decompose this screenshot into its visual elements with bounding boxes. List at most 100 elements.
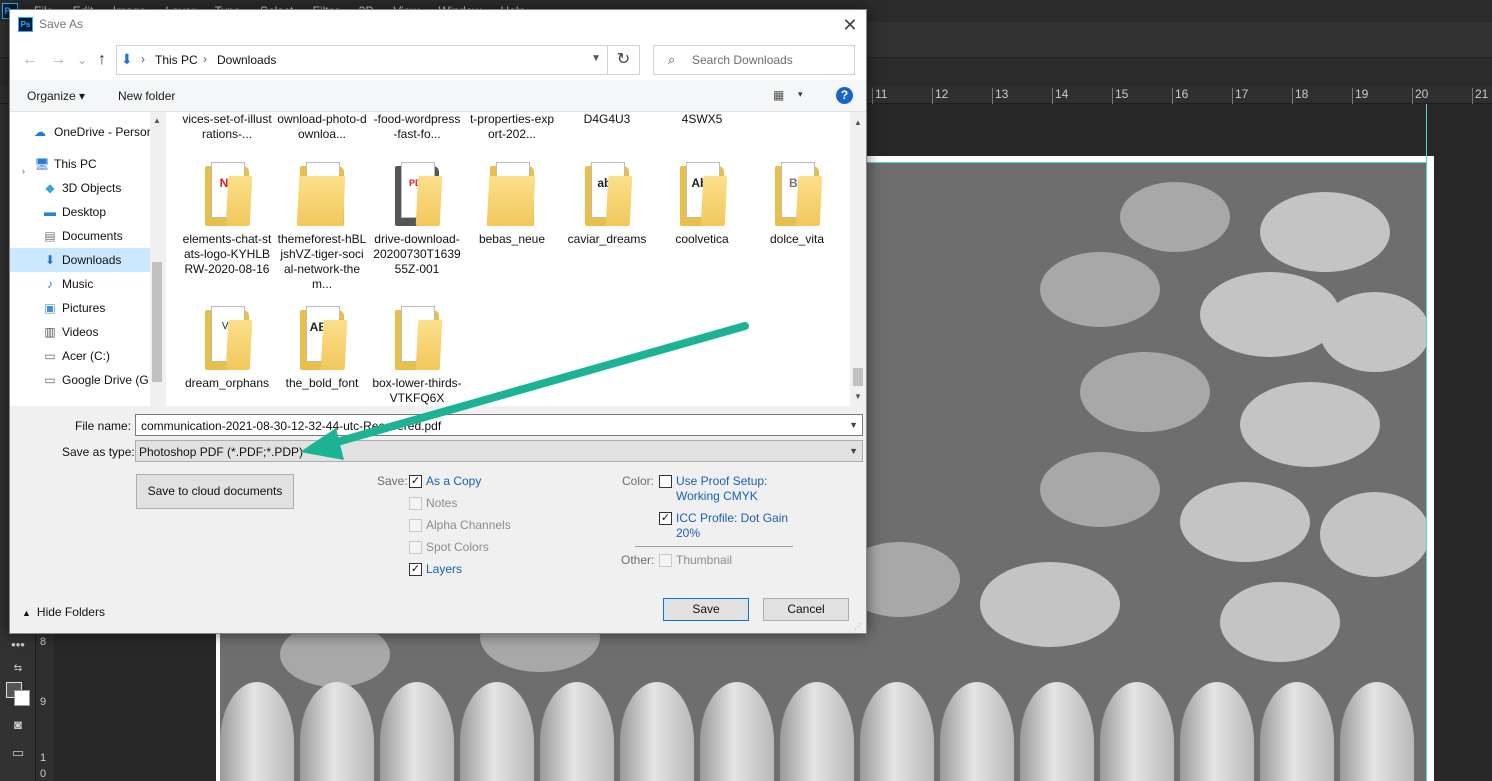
view-dropdown-icon[interactable]: ▾ bbox=[798, 89, 803, 100]
folder-item[interactable]: NE elements-chat-stats-logo-KYHLBRW-2020… bbox=[182, 162, 272, 277]
navigation-scrollbar[interactable]: ▲ bbox=[150, 112, 164, 406]
sidebar-item-label: Downloads bbox=[62, 253, 122, 267]
breadcrumb-downloads[interactable]: Downloads bbox=[217, 53, 276, 67]
folder-item[interactable]: 4SWX5 bbox=[657, 112, 747, 127]
folder-item[interactable]: -food-wordpress-fast-fo... bbox=[372, 112, 462, 142]
refresh-icon[interactable]: ↻ bbox=[608, 45, 640, 75]
recent-locations-chevron-icon[interactable]: ⌄ bbox=[72, 50, 92, 70]
save-as-type-dropdown-chevron-icon[interactable]: ▼ bbox=[849, 446, 858, 456]
checkbox-box[interactable] bbox=[409, 519, 422, 532]
folder-item[interactable]: box-lower-thirds-VTKFQ6X bbox=[372, 306, 462, 406]
use-proof-setup-checkbox[interactable]: Use Proof Setup: Working CMYK bbox=[659, 473, 789, 503]
back-arrow-icon[interactable]: ← bbox=[20, 50, 40, 70]
folder-item[interactable]: vices-set-of-illustrations-... bbox=[182, 112, 272, 142]
checkbox-box[interactable] bbox=[409, 497, 422, 510]
wooden-figures bbox=[220, 682, 1426, 781]
scroll-up-arrow-icon[interactable]: ▲ bbox=[854, 118, 862, 127]
checkbox-box[interactable]: ✓ bbox=[659, 512, 672, 525]
drive-icon: ▭ bbox=[44, 373, 56, 387]
quick-mask-icon[interactable]: ◙ bbox=[7, 716, 29, 734]
search-input[interactable] bbox=[692, 52, 850, 68]
breadcrumb-this-pc[interactable]: This PC bbox=[155, 53, 198, 67]
sidebar-item-music[interactable]: ♪ Music bbox=[10, 272, 150, 296]
organize-button[interactable]: Organize ▾ bbox=[27, 89, 85, 103]
figure-head bbox=[620, 682, 694, 781]
scroll-up-arrow-icon[interactable]: ▲ bbox=[153, 116, 161, 125]
address-dropdown-chevron-icon[interactable]: ▼ bbox=[591, 53, 601, 64]
file-name-dropdown-chevron-icon[interactable]: ▼ bbox=[849, 420, 858, 430]
checkbox-box[interactable]: ✓ bbox=[409, 563, 422, 576]
save-as-type-select[interactable]: Photoshop PDF (*.PDF;*.PDP) ▼ bbox=[135, 440, 863, 462]
folder-item[interactable]: t-properties-export-202... bbox=[467, 112, 557, 142]
folder-item[interactable]: abg caviar_dreams bbox=[562, 162, 652, 247]
sidebar-item-3d-objects[interactable]: ◆ 3D Objects bbox=[10, 176, 150, 200]
sidebar-item-pictures[interactable]: ▣ Pictures bbox=[10, 296, 150, 320]
icc-profile-checkbox[interactable]: ✓ ICC Profile: Dot Gain 20% bbox=[659, 510, 799, 540]
file-list-scrollbar[interactable]: ▲ ▼ bbox=[850, 112, 866, 406]
sidebar-item-documents[interactable]: ▤ Documents bbox=[10, 224, 150, 248]
folder-name: drive-download-20200730T163955Z-001 bbox=[373, 232, 461, 276]
sidebar-item-videos[interactable]: ▥ Videos bbox=[10, 320, 150, 344]
breadcrumb-separator[interactable]: › bbox=[203, 52, 207, 66]
address-bar[interactable]: ⬇ › This PC › Downloads ▼ bbox=[116, 45, 608, 75]
resize-grip-icon[interactable]: ⋰ bbox=[854, 622, 864, 632]
speech-bubble bbox=[980, 562, 1120, 647]
ruler-tick: 15 bbox=[1112, 88, 1128, 104]
folder-item[interactable]: ownload-photo-downloa... bbox=[277, 112, 367, 142]
sidebar-item-acer-c[interactable]: ▭ Acer (C:) bbox=[10, 344, 150, 368]
scrollbar-thumb[interactable] bbox=[853, 368, 863, 386]
new-folder-button[interactable]: New folder bbox=[118, 89, 175, 103]
sidebar-item-desktop[interactable]: ▬ Desktop bbox=[10, 200, 150, 224]
scrollbar-thumb[interactable] bbox=[152, 262, 162, 382]
folder-name: dream_orphans bbox=[184, 376, 270, 390]
folder-icon bbox=[389, 306, 445, 370]
figure-head bbox=[700, 682, 774, 781]
checkbox-box[interactable] bbox=[659, 554, 672, 567]
video-icon: ▥ bbox=[44, 325, 56, 339]
view-options-icon[interactable]: ▦ bbox=[773, 88, 784, 102]
sidebar-item-onedrive[interactable]: ☁ OneDrive - Persor bbox=[10, 120, 150, 144]
folder-icon: ABG bbox=[294, 306, 350, 370]
checkbox-box[interactable] bbox=[409, 541, 422, 554]
checkbox-box[interactable]: ✓ bbox=[409, 475, 422, 488]
folder-item[interactable]: PDF drive-download-20200730T163955Z-001 bbox=[372, 162, 462, 277]
more-tools-icon[interactable]: ••• bbox=[7, 636, 29, 654]
folder-item[interactable]: V≠ dream_orphans bbox=[182, 306, 272, 391]
folder-item[interactable]: ABG the_bold_font bbox=[277, 306, 367, 391]
speech-bubble bbox=[1320, 492, 1426, 577]
cancel-button[interactable]: Cancel bbox=[763, 598, 849, 621]
scroll-down-arrow-icon[interactable]: ▼ bbox=[854, 392, 862, 401]
checkbox-box[interactable] bbox=[659, 475, 672, 488]
folder-item[interactable]: Abg coolvetica bbox=[657, 162, 747, 247]
folder-item[interactable]: D4G4U3 bbox=[562, 112, 652, 127]
sidebar-item-downloads[interactable]: ⬇ Downloads bbox=[10, 248, 150, 272]
checkbox-label: ICC Profile: Dot Gain bbox=[676, 511, 789, 525]
downloads-arrow-icon: ⬇ bbox=[121, 51, 133, 67]
hide-folders-toggle[interactable]: ▲ Hide Folders bbox=[22, 605, 105, 619]
file-name-input[interactable] bbox=[141, 418, 831, 433]
ruler-tick: 17 bbox=[1232, 88, 1248, 104]
file-name-combo[interactable]: ▼ bbox=[135, 414, 863, 436]
save-to-cloud-button[interactable]: Save to cloud documents bbox=[136, 474, 294, 509]
forward-arrow-icon[interactable]: → bbox=[48, 50, 68, 70]
save-button[interactable]: Save bbox=[663, 598, 749, 621]
folder-item[interactable]: BG dolce_vita bbox=[752, 162, 842, 247]
folder-item[interactable]: themeforest-hBLjshVZ-tiger-social-networ… bbox=[277, 162, 367, 292]
swap-colors-icon[interactable]: ⇆ bbox=[7, 660, 29, 678]
photoshop-app-icon: Ps bbox=[18, 17, 33, 32]
folder-item[interactable]: bebas_neue bbox=[467, 162, 557, 247]
breadcrumb-separator[interactable]: › bbox=[141, 52, 145, 66]
background-color-swatch[interactable] bbox=[14, 690, 30, 706]
up-arrow-icon[interactable]: ↑ bbox=[92, 50, 112, 70]
screen-mode-icon[interactable]: ▭ bbox=[7, 744, 29, 762]
help-icon[interactable]: ? bbox=[836, 87, 853, 104]
sidebar-item-label: Desktop bbox=[62, 205, 107, 219]
ruler-tick: 11 bbox=[872, 88, 887, 104]
folder-name: t-properties-export-202... bbox=[469, 112, 555, 141]
sidebar-item-this-pc[interactable]: 🖥 This PC bbox=[10, 152, 150, 176]
picture-icon: ▣ bbox=[44, 301, 56, 315]
sidebar-item-google-drive[interactable]: ▭ Google Drive (G: bbox=[10, 368, 150, 392]
search-box[interactable]: ⌕ bbox=[653, 45, 855, 75]
figure-head bbox=[1100, 682, 1174, 781]
close-icon[interactable]: ✕ bbox=[836, 13, 864, 37]
